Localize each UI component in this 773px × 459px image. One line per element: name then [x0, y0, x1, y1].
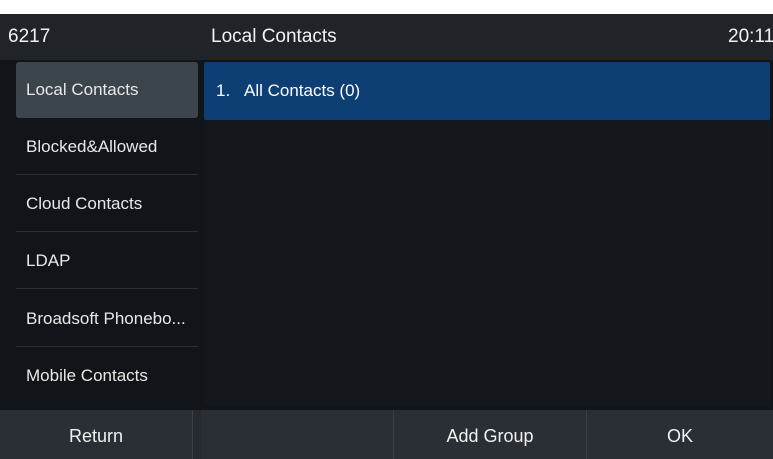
list-item-number: 1. [216, 81, 231, 100]
title-bar: 6217 Local Contacts 20:11 [0, 14, 773, 60]
list-item-label: All Contacts (0) [244, 81, 361, 100]
sidebar-item-local-contacts[interactable]: Local Contacts [16, 62, 198, 118]
sidebar-item-broadsoft-phonebook[interactable]: Broadsoft Phonebo... [16, 291, 198, 347]
sidebar: Local Contacts Blocked&Allowed Cloud Con… [16, 62, 198, 406]
phone-screen: 6217 Local Contacts 20:11 Local Contacts… [0, 14, 773, 459]
sidebar-item-blocked-allowed[interactable]: Blocked&Allowed [16, 119, 198, 175]
sidebar-item-label: Broadsoft Phonebo... [26, 309, 186, 328]
softkey-2-empty[interactable] [201, 410, 394, 459]
sidebar-item-ldap[interactable]: LDAP [16, 233, 198, 289]
sidebar-item-label: Blocked&Allowed [26, 137, 158, 156]
ok-button[interactable]: OK [587, 410, 773, 459]
sidebar-item-label: Mobile Contacts [26, 366, 148, 385]
sidebar-item-label: Local Contacts [26, 80, 139, 99]
contact-group-list: 1. All Contacts (0) [204, 62, 770, 406]
add-group-button[interactable]: Add Group [394, 410, 587, 459]
sidebar-item-mobile-contacts[interactable]: Mobile Contacts [16, 348, 198, 404]
sidebar-item-label: Cloud Contacts [26, 194, 143, 213]
extension-number: 6217 [8, 26, 51, 47]
list-item-all-contacts[interactable]: 1. All Contacts (0) [204, 62, 770, 120]
return-button[interactable]: Return [0, 410, 193, 459]
clock: 20:11 [728, 26, 773, 47]
softkey-bar: Return Add Group OK [0, 410, 773, 459]
sidebar-item-label: LDAP [26, 251, 71, 270]
sidebar-item-cloud-contacts[interactable]: Cloud Contacts [16, 176, 198, 232]
page-title: Local Contacts [211, 26, 337, 47]
